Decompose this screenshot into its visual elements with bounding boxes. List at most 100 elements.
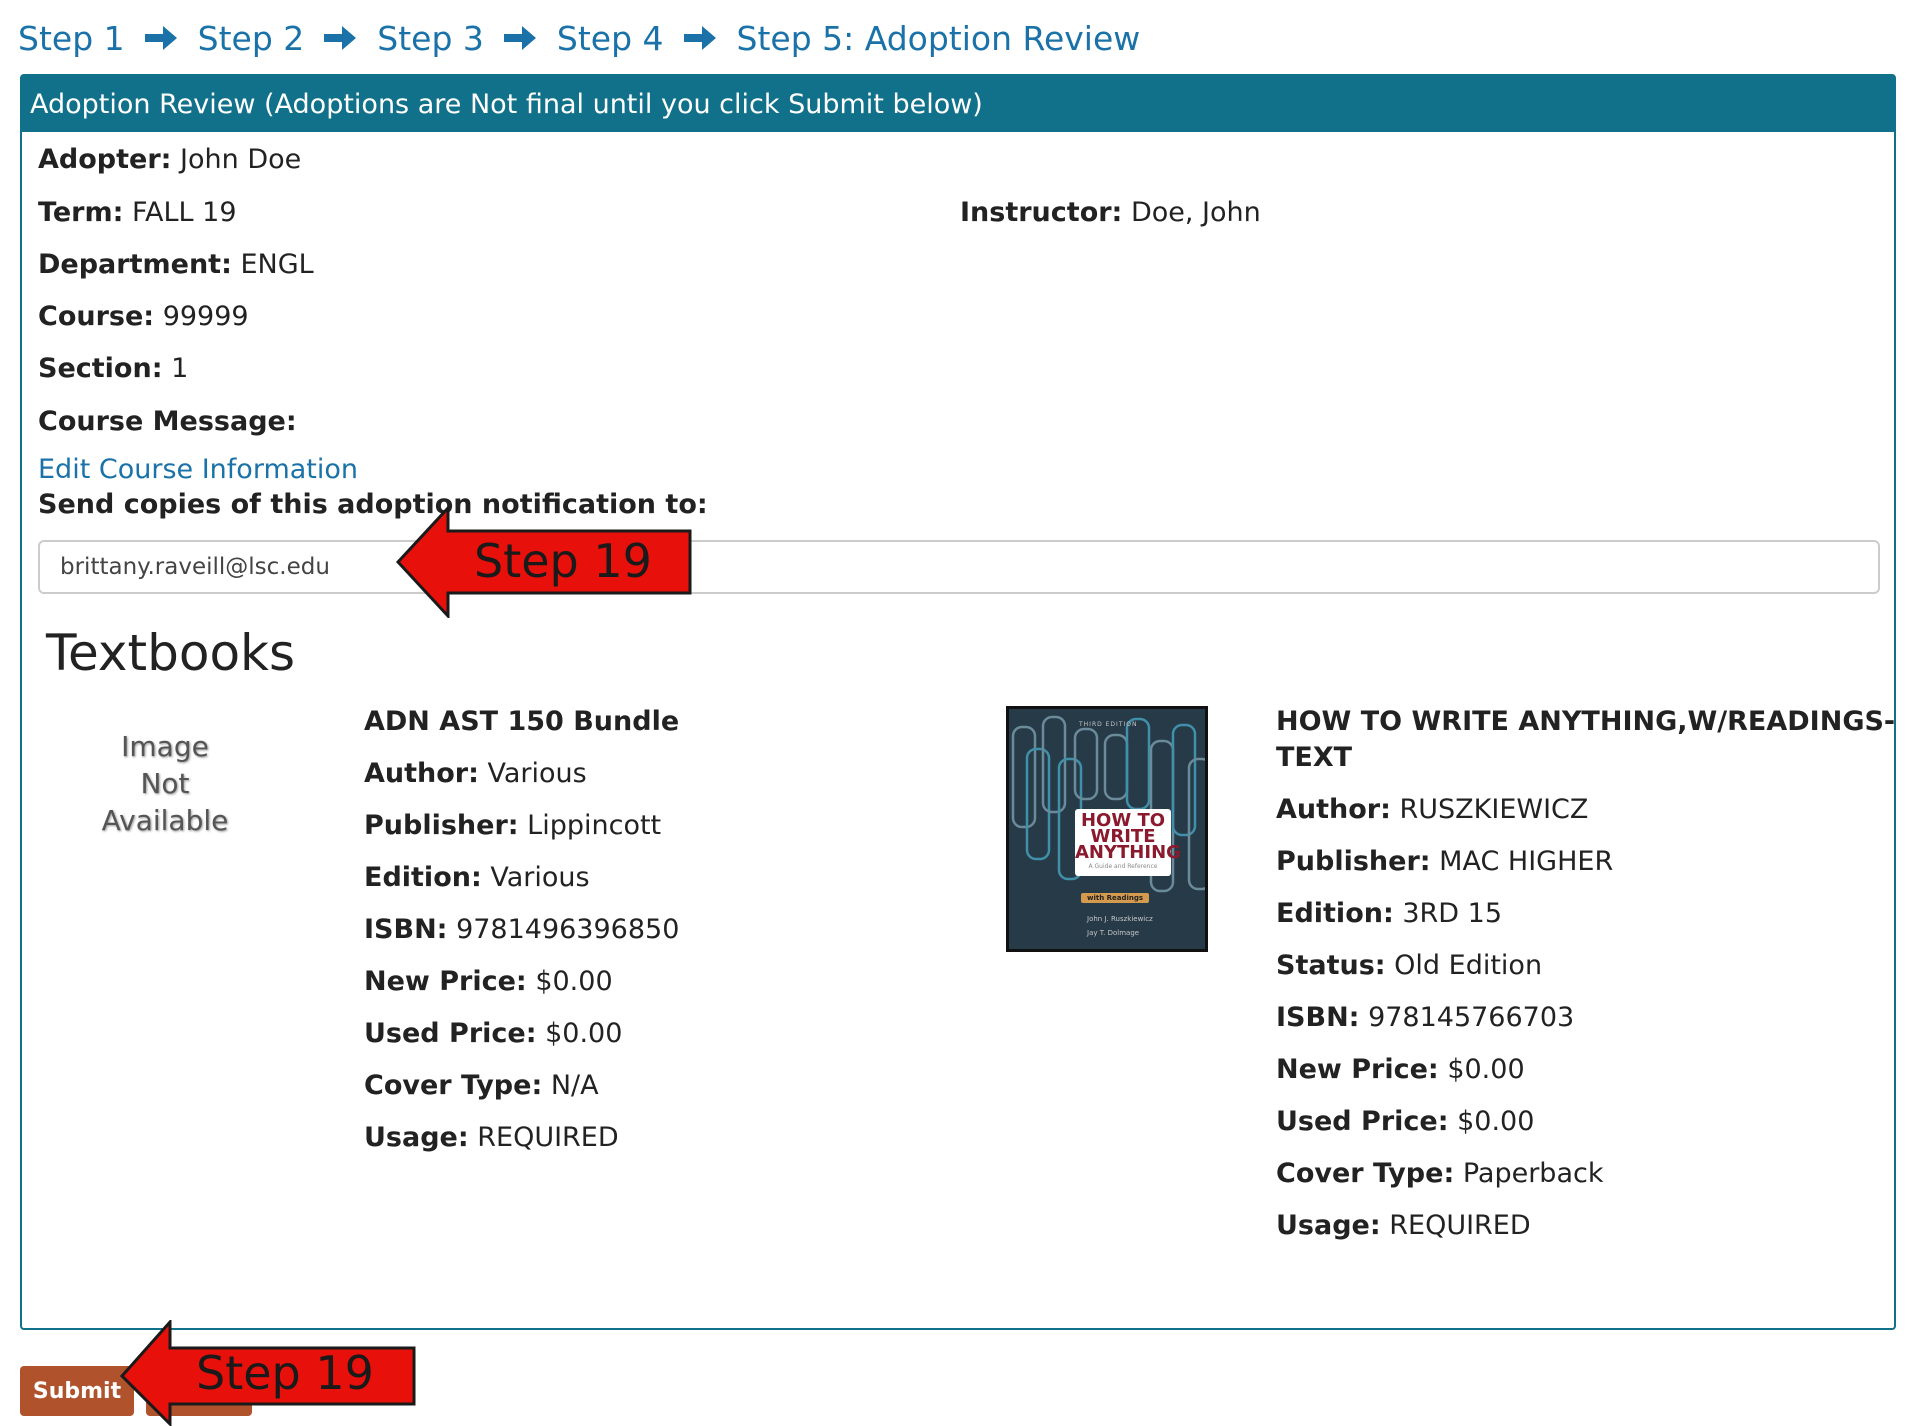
- field-label: New Price:: [364, 966, 527, 997]
- book-1-author: Author: Various: [364, 758, 587, 789]
- book-2-edition: Edition: 3RD 15: [1276, 898, 1502, 929]
- field-label: Cover Type:: [1276, 1158, 1455, 1189]
- section-value: 1: [171, 353, 189, 384]
- field-value: Old Edition: [1394, 950, 1543, 981]
- textbooks-heading: Textbooks: [46, 624, 296, 682]
- book-2-publisher: Publisher: MAC HIGHER: [1276, 846, 1613, 877]
- arrow-right-icon: [324, 26, 357, 50]
- field-value: Various: [490, 862, 590, 893]
- book-1-usage: Usage: REQUIRED: [364, 1122, 619, 1153]
- book-1-edition: Edition: Various: [364, 862, 590, 893]
- adopter-value: John Doe: [180, 144, 302, 175]
- book-1-new-price: New Price: $0.00: [364, 966, 613, 997]
- field-label: Used Price:: [364, 1018, 537, 1049]
- book-2-used-price: Used Price: $0.00: [1276, 1106, 1534, 1137]
- department-label: Department:: [38, 249, 232, 280]
- breadcrumb-step-5-current: Step 5: Adoption Review: [736, 18, 1141, 58]
- field-value: $0.00: [1447, 1054, 1525, 1085]
- book-2-usage: Usage: REQUIRED: [1276, 1210, 1531, 1241]
- field-label: Used Price:: [1276, 1106, 1449, 1137]
- step-19-label-submit: Step 19: [196, 1346, 374, 1400]
- adoption-review-panel: Adoption Review (Adoptions are Not final…: [20, 74, 1896, 1330]
- book-1-cover-type: Cover Type: N/A: [364, 1070, 599, 1101]
- book-1-used-price: Used Price: $0.00: [364, 1018, 622, 1049]
- book-2-new-price: New Price: $0.00: [1276, 1054, 1525, 1085]
- placeholder-line: Available: [101, 804, 229, 837]
- breadcrumb-step-3[interactable]: Step 3: [377, 19, 484, 58]
- book-1-publisher: Publisher: Lippincott: [364, 810, 661, 841]
- course-label: Course:: [38, 301, 155, 332]
- course-message-row: Course Message:: [38, 406, 297, 437]
- adopter-row: Adopter: John Doe: [38, 144, 301, 175]
- image-not-available-placeholder: Image Not Available: [80, 728, 250, 839]
- field-label: Usage:: [1276, 1210, 1381, 1241]
- field-label: ISBN:: [364, 914, 448, 945]
- field-label: Edition:: [364, 862, 482, 893]
- field-label: Usage:: [364, 1122, 469, 1153]
- breadcrumb-step-2[interactable]: Step 2: [198, 19, 305, 58]
- field-label: Cover Type:: [364, 1070, 543, 1101]
- book-2-status: Status: Old Edition: [1276, 950, 1542, 981]
- cover-author: Jay T. Dolmage: [1087, 929, 1140, 937]
- placeholder-line: Image: [121, 730, 209, 763]
- breadcrumb: Step 1 Step 2 Step 3 Step 4 Step 5: Adop…: [18, 14, 1140, 62]
- department-row: Department: ENGL: [38, 249, 314, 280]
- book-2-author: Author: RUSZKIEWICZ: [1276, 794, 1588, 825]
- edit-course-information-link[interactable]: Edit Course Information: [38, 454, 358, 485]
- field-value: $0.00: [545, 1018, 623, 1049]
- cover-badge: with Readings: [1081, 893, 1150, 903]
- field-label: Publisher:: [1276, 846, 1431, 877]
- field-label: Author:: [1276, 794, 1391, 825]
- field-value: N/A: [550, 1070, 599, 1101]
- course-value: 99999: [162, 301, 249, 332]
- placeholder-line: Not: [140, 767, 190, 800]
- book-2-cover-type: Cover Type: Paperback: [1276, 1158, 1603, 1189]
- step-19-label-email: Step 19: [474, 534, 652, 588]
- field-label: Author:: [364, 758, 479, 789]
- cover-title: HOW TO WRITE ANYTHING: [1075, 810, 1181, 863]
- cover-title-label: HOW TO WRITE ANYTHING A Guide and Refere…: [1075, 809, 1181, 876]
- term-label: Term:: [38, 197, 124, 228]
- term-row: Term: FALL 19: [38, 197, 237, 228]
- cover-subtitle: A Guide and Reference: [1088, 863, 1158, 870]
- field-value: $0.00: [535, 966, 613, 997]
- department-value: ENGL: [240, 249, 314, 280]
- field-value: Paperback: [1462, 1158, 1604, 1189]
- course-message-label: Course Message:: [38, 406, 297, 437]
- arrow-right-icon: [683, 26, 716, 50]
- field-label: ISBN:: [1276, 1002, 1360, 1033]
- field-value: Lippincott: [527, 810, 662, 841]
- cover-author: John J. Ruszkiewicz: [1087, 915, 1153, 923]
- field-value: REQUIRED: [477, 1122, 619, 1153]
- field-value: 3RD 15: [1402, 898, 1503, 929]
- section-label: Section:: [38, 353, 163, 384]
- field-label: New Price:: [1276, 1054, 1439, 1085]
- field-label: Publisher:: [364, 810, 519, 841]
- arrow-right-icon: [144, 26, 177, 50]
- field-value: MAC HIGHER: [1439, 846, 1614, 877]
- adopter-label: Adopter:: [38, 144, 172, 175]
- field-value: $0.00: [1457, 1106, 1535, 1137]
- section-row: Section: 1: [38, 353, 188, 384]
- cover-tag: THIRD EDITION: [1079, 721, 1138, 728]
- course-row: Course: 99999: [38, 301, 249, 332]
- submit-button[interactable]: Submit: [20, 1366, 134, 1416]
- instructor-label: Instructor:: [960, 197, 1123, 228]
- field-label: Edition:: [1276, 898, 1394, 929]
- field-value: RUSZKIEWICZ: [1399, 794, 1589, 825]
- book-2-cover-image: THIRD EDITION HOW TO WRITE ANYTHING A Gu…: [1006, 706, 1208, 952]
- field-value: 9781496396850: [456, 914, 680, 945]
- breadcrumb-step-4[interactable]: Step 4: [557, 19, 664, 58]
- instructor-value: Doe, John: [1130, 197, 1261, 228]
- book-2-title-line-2: TEXT: [1276, 742, 1353, 773]
- panel-heading: Adoption Review (Adoptions are Not final…: [22, 76, 1894, 132]
- instructor-row: Instructor: Doe, John: [960, 197, 1261, 228]
- field-value: 978145766703: [1368, 1002, 1575, 1033]
- notification-email-input[interactable]: [38, 540, 1880, 594]
- field-value: Various: [487, 758, 587, 789]
- book-2-title-line-1: HOW TO WRITE ANYTHING,W/READINGS-: [1276, 706, 1896, 737]
- term-value: FALL 19: [131, 197, 237, 228]
- arrow-right-icon: [503, 26, 536, 50]
- breadcrumb-step-1[interactable]: Step 1: [18, 19, 125, 58]
- field-label: Status:: [1276, 950, 1386, 981]
